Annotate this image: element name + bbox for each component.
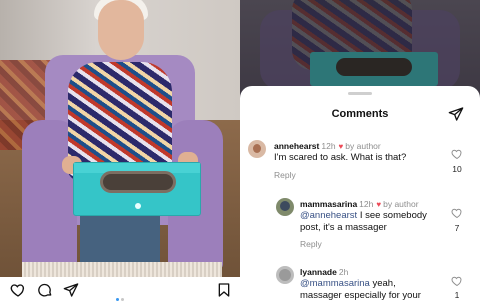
carousel-indicator xyxy=(116,288,126,306)
comment-meta: annehearst 12h ♥ by author xyxy=(274,141,381,151)
author-liked-heart-icon: ♥ xyxy=(376,200,382,209)
chair-fringe xyxy=(22,262,222,277)
by-author-label: by author xyxy=(345,141,381,151)
mention-link[interactable]: @annehearst xyxy=(300,210,357,221)
comment-text: @mammasarina yeah, xyxy=(300,278,396,290)
comment-time: 12h xyxy=(359,199,374,209)
avatar[interactable] xyxy=(248,140,266,158)
comment-username[interactable]: annehearst xyxy=(274,141,319,151)
comment-meta: lyannade 2h xyxy=(300,267,348,277)
like-heart-icon[interactable] xyxy=(451,275,463,287)
like-count: 1 xyxy=(454,290,460,300)
comment-username[interactable]: lyannade xyxy=(300,267,337,277)
comment-text: @annehearst I see somebody xyxy=(300,210,427,222)
person-head xyxy=(98,0,144,60)
like-heart-icon[interactable] xyxy=(451,207,463,219)
heart-outline-icon[interactable] xyxy=(10,282,26,298)
massager-device xyxy=(100,171,176,193)
avatar[interactable] xyxy=(276,198,294,216)
like-heart-icon[interactable] xyxy=(451,148,463,160)
reply-button[interactable]: Reply xyxy=(300,239,322,249)
sheet-grab-handle[interactable] xyxy=(348,92,372,95)
reply-button[interactable]: Reply xyxy=(274,170,296,180)
avatar[interactable] xyxy=(276,266,294,284)
post-photo[interactable] xyxy=(0,0,240,277)
comment-username[interactable]: mammasarina xyxy=(300,199,357,209)
sheet-title: Comments xyxy=(331,108,389,120)
author-liked-heart-icon: ♥ xyxy=(338,142,344,151)
post-action-bar xyxy=(0,277,240,301)
comment-time: 2h xyxy=(338,267,349,277)
comment-meta: mammasarina 12h ♥ by author xyxy=(300,199,419,209)
comment-text-rest: I see somebody xyxy=(357,210,427,221)
comment-text-line2: massager especially for your xyxy=(300,290,421,300)
product-box xyxy=(73,162,201,216)
by-author-label: by author xyxy=(383,199,419,209)
paper-plane-icon[interactable] xyxy=(63,282,79,298)
comment-text-rest: yeah, xyxy=(369,278,396,289)
box-logo-dot xyxy=(135,203,141,209)
bookmark-icon[interactable] xyxy=(216,282,232,298)
comment-text-line2: post, it's a massager xyxy=(300,222,387,233)
like-count: 10 xyxy=(452,164,462,174)
comment-text: I'm scared to ask. What is that? xyxy=(274,152,407,163)
comments-sheet: Comments annehearst 12h ♥ by author I'm sca… xyxy=(240,86,480,300)
mention-link[interactable]: @mammasarina xyxy=(300,278,370,289)
send-icon[interactable] xyxy=(448,106,464,122)
comment-bubble-icon[interactable] xyxy=(37,282,53,298)
backdrop-device xyxy=(336,58,412,76)
comment-time: 12h xyxy=(321,141,336,151)
like-count: 7 xyxy=(454,223,460,233)
